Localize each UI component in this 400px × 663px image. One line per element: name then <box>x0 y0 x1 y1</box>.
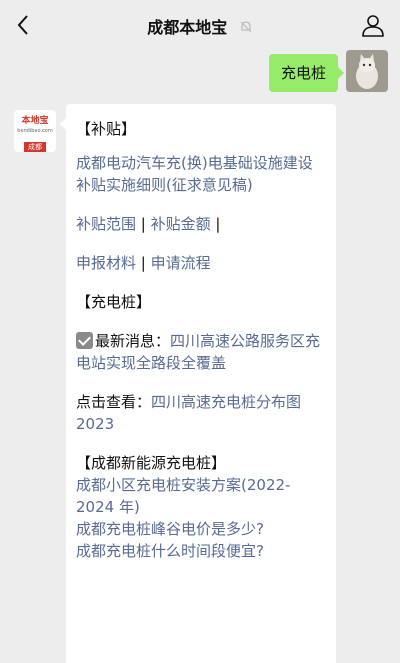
avatar-domain: bendibao.com <box>17 128 53 134</box>
cat-photo-icon <box>346 50 388 92</box>
link-materials[interactable]: 申报材料 <box>76 254 136 272</box>
section-subsidy: 【补贴】 <box>76 120 137 138</box>
chat-title-text: 成都本地宝 <box>147 18 228 37</box>
view-label: 点击查看： <box>76 393 152 411</box>
link-peak-price[interactable]: 成都充电桩峰谷电价是多少? <box>76 518 326 540</box>
link-subsidy-scope[interactable]: 补贴范围 <box>76 215 136 233</box>
chat-header: 成都本地宝 <box>0 0 400 50</box>
links-row-2: 申报材料 | 申请流程 <box>76 252 326 274</box>
news-label: 最新消息： <box>95 332 171 350</box>
person-icon[interactable] <box>360 12 386 38</box>
separator: | <box>136 254 151 272</box>
section-new-energy: 【成都新能源充电桩】 <box>76 454 227 472</box>
separator: | <box>210 215 221 233</box>
section-charging: 【充电桩】 <box>76 293 152 311</box>
my-avatar[interactable] <box>346 50 388 92</box>
avatar-brand: 本地宝 <box>21 116 49 126</box>
policy-link[interactable]: 成都电动汽车充(换)电基础设施建设补贴实施细则(征求意见稿) <box>76 152 326 196</box>
link-subsidy-amount[interactable]: 补贴金额 <box>151 215 211 233</box>
bell-off-icon <box>240 21 252 33</box>
checkbox-icon <box>76 332 93 349</box>
bendibao-avatar[interactable]: 本地宝 bendibao.com 成都 <box>14 110 56 152</box>
link-cheap-time[interactable]: 成都充电桩什么时间段便宜? <box>76 540 326 562</box>
outgoing-message[interactable]: 充电桩 <box>268 54 345 92</box>
chat-title: 成都本地宝 <box>0 14 400 38</box>
news-line: 最新消息：四川高速公路服务区充电站实现全路段全覆盖 <box>76 330 326 374</box>
link-install-plan[interactable]: 成都小区充电桩安装方案(2022-2024 年) <box>76 474 326 518</box>
reply-message: 【补贴】 成都电动汽车充(换)电基础设施建设补贴实施细则(征求意见稿) 补贴范围… <box>60 104 336 663</box>
avatar-city: 成都 <box>24 142 46 152</box>
links-row-1: 补贴范围 | 补贴金额 | <box>76 213 326 235</box>
link-process[interactable]: 申请流程 <box>151 254 211 272</box>
separator: | <box>136 215 151 233</box>
view-line: 点击查看：四川高速充电桩分布图2023 <box>76 391 326 435</box>
